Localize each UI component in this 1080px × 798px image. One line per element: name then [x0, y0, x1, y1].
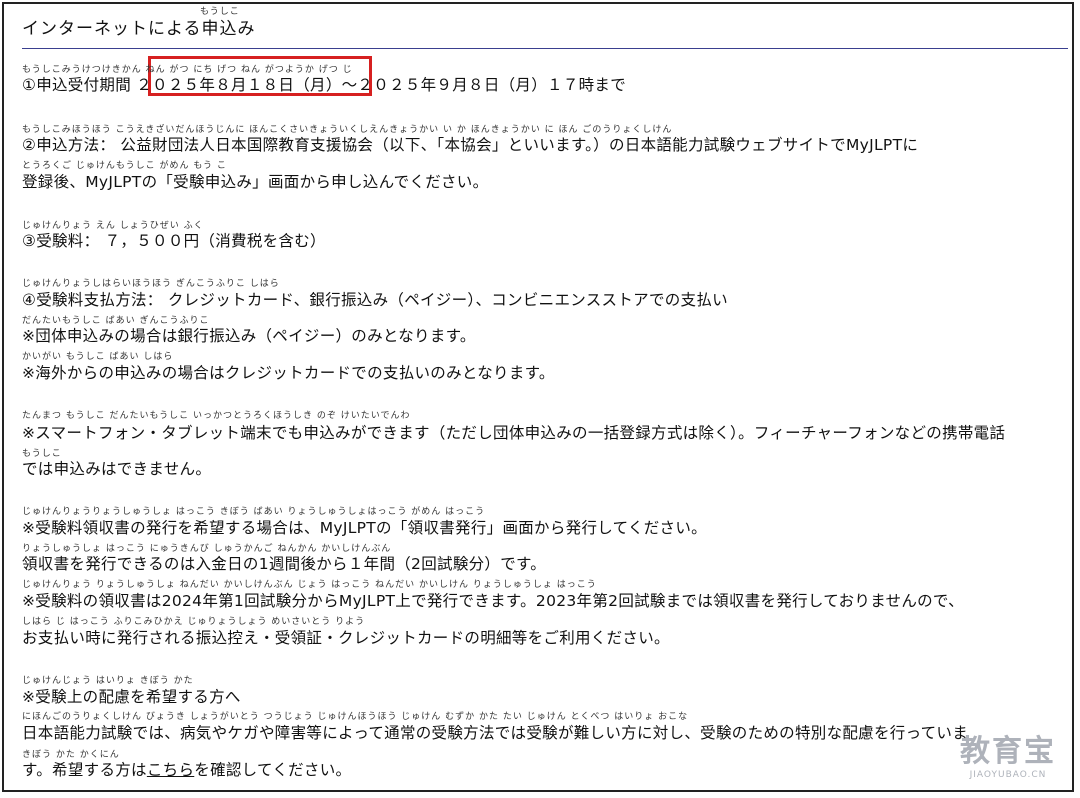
kochira-link[interactable]: こちら	[147, 761, 194, 779]
note-overseas-application: ※海外からの申込みの場合はクレジットカードでの支払いのみとなります。	[22, 364, 555, 382]
note-accommodation-body: 日本語能力試験では、病気やケガや障害等によって通常の受験方法では受験が難しい方に…	[22, 724, 968, 742]
watermark: 教育宝 JIAOYUBAO.CN	[960, 726, 1056, 780]
note-featurephone: では申込みはできません。	[22, 460, 212, 478]
watermark-domain: JIAOYUBAO.CN	[969, 770, 1047, 780]
page-title: インターネットによる申込み	[22, 19, 256, 39]
item-application-method: ②申込方法： 公益財団法人日本国際教育支援協会（以下、「本協会」といいます。）の…	[22, 136, 919, 154]
note-payment-proof: お支払い時に発行される振込控え・受領証・クレジットカードの明細等をご利用ください…	[22, 629, 670, 647]
confirm-text-after: を確認してください。	[194, 761, 352, 779]
note-accommodation-heading: ※受験上の配慮を希望する方へ	[22, 688, 241, 706]
note-receipt-issue: ※受験料領収書の発行を希望する場合は、MyJLPTの「領収書発行」画面から発行し…	[22, 519, 707, 537]
note-confirm-line: す。希望する方はこちらを確認してください。	[22, 758, 351, 780]
confirm-text-before: す。希望する方は	[22, 761, 147, 779]
watermark-logo: 教育宝	[960, 734, 1056, 769]
item-payment-method: ④受験料支払方法： クレジットカード、銀行振込み（ペイジー）、コンビニエンススト…	[22, 291, 728, 309]
item-application-period: ①申込受付期間 ２０２５年８月１８日（月）～２０２５年９月８日（月）１７時まで	[22, 76, 627, 94]
furigana-smartphone: たんまつ もうしこ だんたいもうしこ いっかつとうろくほうしき のぞ けいたいで…	[22, 411, 411, 421]
item-exam-fee: ③受験料： ７，５００円（消費税を含む）	[22, 232, 326, 250]
title-divider	[22, 48, 1068, 49]
note-group-application: ※団体申込みの場合は銀行振込み（ペイジー）のみとなります。	[22, 327, 476, 345]
note-receipt-period: 領収書を発行できるのは入金日の1週間後から１年間（2回試験分）です。	[22, 555, 547, 573]
item-register-text: 登録後、MyJLPTの「受験申込み」画面から申し込んでください。	[22, 173, 489, 191]
note-smartphone: ※スマートフォン・タブレット端末でも申込みができます（ただし団体申込みの一括登録…	[22, 424, 1006, 442]
note-receipt-2024: ※受験料の領収書は2024年第1回試験分からMyJLPT上で発行できます。202…	[22, 592, 964, 610]
